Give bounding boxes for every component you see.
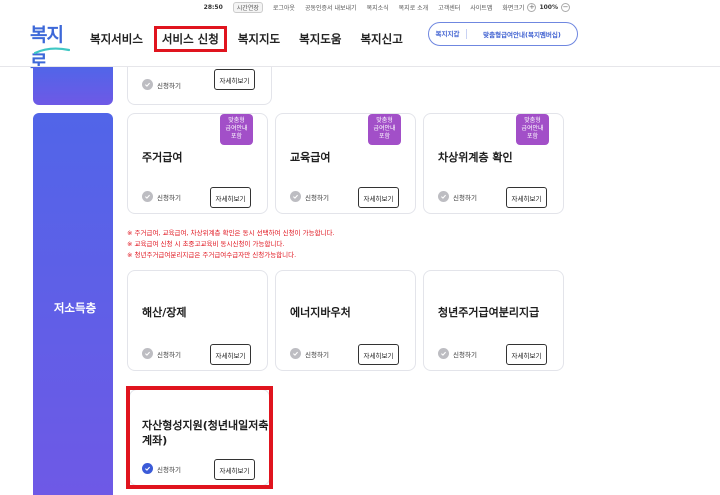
service-card-near-poverty[interactable]: 맞춤형 급여안내 포함 차상위계층 확인 신청하기 자세히보기 xyxy=(423,113,564,214)
service-card-partial: 신청하기 자세히보기 xyxy=(127,67,272,105)
service-card-asset-formation[interactable]: 자산형성지원(청년내일저축 계좌) 신청하기 자세히보기 xyxy=(129,389,270,486)
apply-label: 신청하기 xyxy=(157,350,181,359)
apply-label: 신청하기 xyxy=(157,193,181,202)
check-icon xyxy=(438,191,449,202)
logo-swoosh-icon xyxy=(34,47,70,55)
card-title: 주거급여 xyxy=(142,151,183,164)
nav-welfare-help[interactable]: 복지도움 xyxy=(299,31,341,47)
detail-button[interactable]: 자세히보기 xyxy=(358,344,399,365)
notice-item: ※ 주거급여, 교육급여, 차상위계층 확인은 동시 선택하여 신청이 가능합니… xyxy=(127,229,335,237)
main-navigation: 복지서비스 서비스 신청 복지지도 복지도움 복지신고 xyxy=(90,26,422,52)
cert-export-link[interactable]: 공동인증서 내보내기 xyxy=(305,3,357,12)
category-label: 저소득층 xyxy=(53,301,97,315)
logout-link[interactable]: 로그아웃 xyxy=(273,3,295,12)
nav-welfare-services[interactable]: 복지서비스 xyxy=(90,31,143,47)
apply-checkbox[interactable]: 신청하기 xyxy=(438,191,477,202)
service-card-education[interactable]: 맞춤형 급여안내 포함 교육급여 신청하기 자세히보기 xyxy=(275,113,416,214)
font-size-label: 화면크기 xyxy=(502,4,525,12)
sitemap-link[interactable]: 사이트맵 xyxy=(470,3,492,12)
apply-checkbox[interactable]: 신청하기 xyxy=(142,348,181,359)
nav-welfare-report[interactable]: 복지신고 xyxy=(360,31,402,47)
session-timer: 28:50 xyxy=(203,3,223,11)
card-title: 해산/장제 xyxy=(142,306,187,319)
customer-center-link[interactable]: 고객센터 xyxy=(438,3,460,12)
service-card-birth-funeral[interactable]: 해산/장제 신청하기 자세히보기 xyxy=(127,270,268,371)
card-title: 자산형성지원(청년내일저축 계좌) xyxy=(142,419,269,447)
apply-checkbox[interactable]: 신청하기 xyxy=(290,348,329,359)
site-logo[interactable]: 복지로 xyxy=(30,20,78,73)
detail-button[interactable]: 자세히보기 xyxy=(506,344,547,365)
nav-welfare-map[interactable]: 복지지도 xyxy=(238,31,280,47)
zoom-in-button[interactable]: + xyxy=(527,2,537,12)
apply-label: 신청하기 xyxy=(157,465,181,474)
detail-button[interactable]: 자세히보기 xyxy=(214,69,255,90)
service-card-youth-housing[interactable]: 청년주거급여분리지급 신청하기 자세히보기 xyxy=(423,270,564,371)
news-link[interactable]: 복지소식 xyxy=(367,3,389,12)
notice-item: ※ 청년주거급여분리지급은 주거급여수급자만 신청가능합니다. xyxy=(127,251,297,259)
apply-label: 신청하기 xyxy=(453,193,477,202)
check-icon xyxy=(142,463,153,474)
extend-session-button[interactable]: 시간연장 xyxy=(232,1,263,13)
check-icon xyxy=(142,191,153,202)
apply-label: 신청하기 xyxy=(305,193,329,202)
custom-benefit-link[interactable]: 맞춤형급여안내(복지멤버십) xyxy=(467,29,577,39)
detail-button[interactable]: 자세히보기 xyxy=(506,187,547,208)
apply-checkbox[interactable]: 신청하기 xyxy=(142,463,181,474)
apply-label: 신청하기 xyxy=(453,350,477,359)
check-icon xyxy=(142,79,153,90)
check-icon xyxy=(142,348,153,359)
detail-button[interactable]: 자세히보기 xyxy=(358,187,399,208)
apply-checkbox[interactable]: 신청하기 xyxy=(290,191,329,202)
card-title: 청년주거급여분리지급 xyxy=(438,306,540,319)
zoom-out-button[interactable]: − xyxy=(561,2,570,12)
nav-service-apply[interactable]: 서비스 신청 xyxy=(153,26,227,52)
zoom-value: 100% xyxy=(539,3,558,11)
apply-checkbox[interactable]: 신청하기 xyxy=(142,79,181,90)
category-block-previous xyxy=(33,67,113,105)
apply-label: 신청하기 xyxy=(157,81,181,90)
detail-button[interactable]: 자세히보기 xyxy=(214,459,255,480)
card-title: 에너지바우처 xyxy=(290,306,351,319)
service-card-energy-voucher[interactable]: 에너지바우처 신청하기 자세히보기 xyxy=(275,270,416,371)
apply-label: 신청하기 xyxy=(305,350,329,359)
notice-item: ※ 교육급여 신청 시 초중고교육비 동시신청이 가능합니다. xyxy=(127,240,285,248)
custom-benefit-badge: 맞춤형 급여안내 포함 xyxy=(516,114,549,145)
custom-benefit-badge: 맞춤형 급여안내 포함 xyxy=(220,114,253,145)
custom-benefit-badge: 맞춤형 급여안내 포함 xyxy=(368,114,401,145)
notice-list: ※ 주거급여, 교육급여, 차상위계층 확인은 동시 선택하여 신청이 가능합니… xyxy=(127,228,335,261)
card-title: 차상위계층 확인 xyxy=(438,151,513,164)
service-card-housing[interactable]: 맞춤형 급여안내 포함 주거급여 신청하기 자세히보기 xyxy=(127,113,268,214)
header-quick-links: 복지지갑 맞춤형급여안내(복지멤버십) xyxy=(428,22,578,46)
check-icon xyxy=(290,191,301,202)
detail-button[interactable]: 자세히보기 xyxy=(210,344,251,365)
check-icon xyxy=(438,348,449,359)
detail-button[interactable]: 자세히보기 xyxy=(210,187,251,208)
apply-checkbox[interactable]: 신청하기 xyxy=(142,191,181,202)
card-title: 교육급여 xyxy=(290,151,331,164)
apply-checkbox[interactable]: 신청하기 xyxy=(438,348,477,359)
welfare-wallet-link[interactable]: 복지지갑 xyxy=(429,29,467,39)
intro-link[interactable]: 복지로 소개 xyxy=(399,3,429,12)
font-size-control: 화면크기 + 100% − xyxy=(502,2,570,12)
utility-bar: 28:50 시간연장 로그아웃 공동인증서 내보내기 복지소식 복지로 소개 고… xyxy=(0,0,720,14)
check-icon xyxy=(290,348,301,359)
